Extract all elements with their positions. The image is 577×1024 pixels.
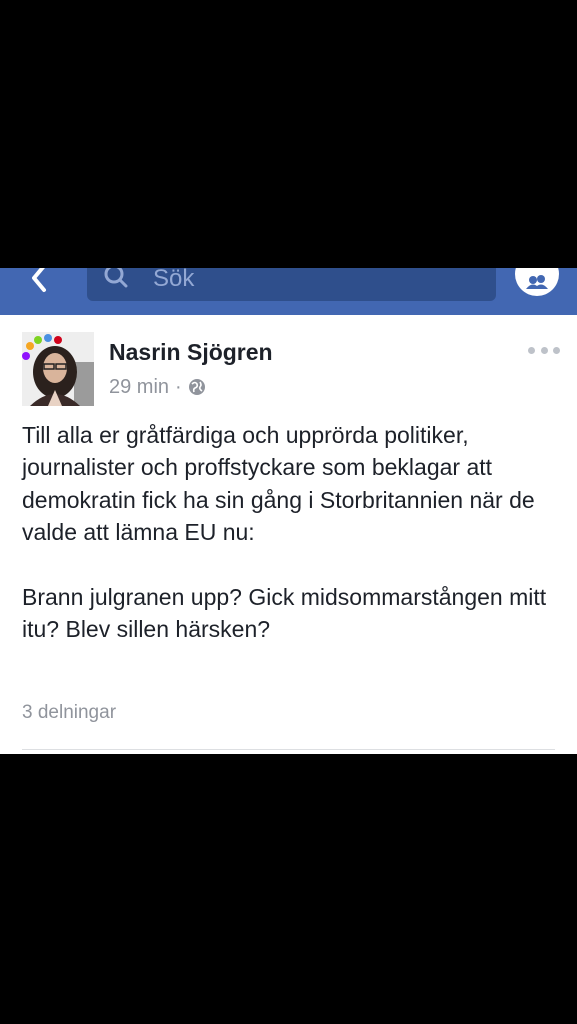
friends-icon — [526, 275, 548, 289]
top-navbar: Sök — [0, 268, 577, 315]
avatar[interactable] — [22, 332, 94, 406]
divider — [22, 749, 555, 750]
post-time[interactable]: 29 min — [109, 376, 169, 399]
more-options-button[interactable] — [528, 341, 560, 359]
avatar-image — [22, 332, 94, 406]
post-meta: 29 min · — [109, 375, 206, 399]
search-input[interactable]: Sök — [87, 268, 496, 301]
search-placeholder: Sök — [153, 268, 195, 292]
shares-count[interactable]: 3 delningar — [22, 701, 116, 725]
more-dots-icon — [528, 346, 535, 354]
post-card: Nasrin Sjögren 29 min · Till alla er grå… — [0, 315, 577, 754]
chevron-left-icon — [32, 268, 46, 292]
post-text: Till alla er gråtfärdiga och upprörda po… — [22, 419, 562, 645]
globe-icon — [188, 379, 205, 395]
post-paragraph: Brann julgranen upp? Gick midsommarstång… — [22, 583, 547, 643]
meta-separator: · — [175, 375, 182, 398]
post-paragraph: Till alla er gråtfärdiga och upprörda po… — [22, 422, 535, 546]
author-name[interactable]: Nasrin Sjögren — [109, 338, 273, 366]
back-button[interactable] — [22, 268, 56, 294]
search-icon — [104, 268, 128, 288]
friends-button[interactable] — [515, 268, 559, 296]
